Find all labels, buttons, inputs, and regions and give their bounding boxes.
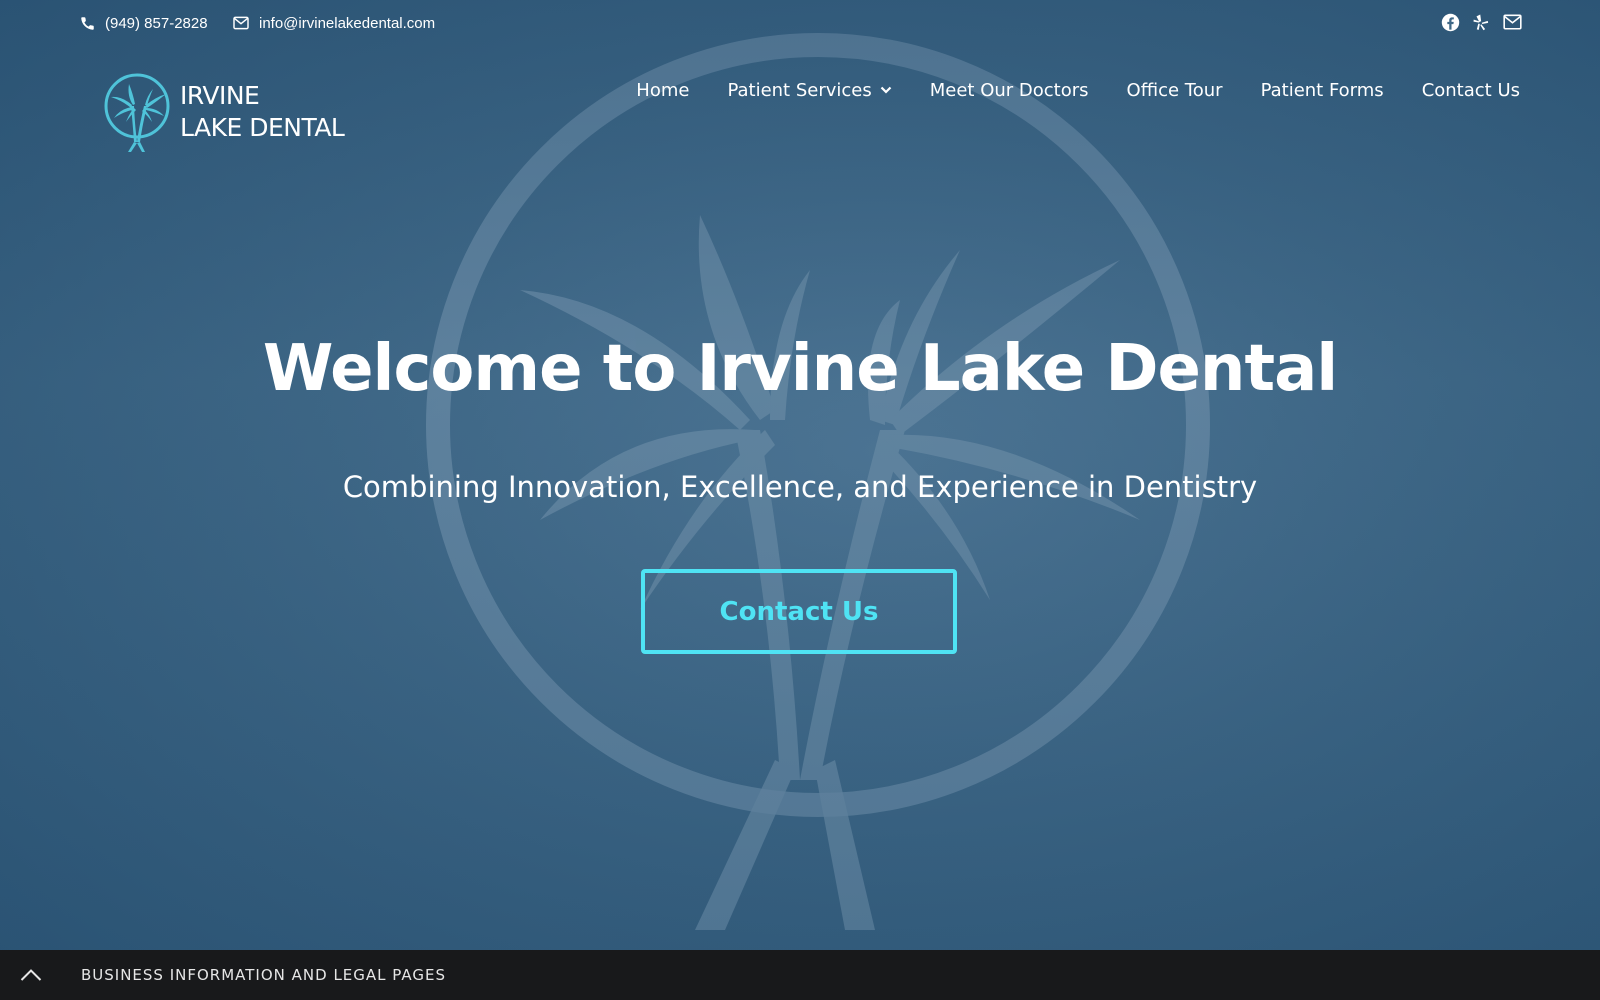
nav-item-meet-our-doctors[interactable]: Meet Our Doctors bbox=[930, 80, 1089, 101]
hero-subtitle: Combining Innovation, Excellence, and Ex… bbox=[342, 470, 1258, 504]
logo-line-2: LAKE DENTAL bbox=[180, 113, 345, 142]
nav-item-home[interactable]: Home bbox=[636, 80, 689, 101]
top-bar: (949) 857-2828 info@irvinelakedental.com bbox=[0, 0, 1600, 46]
nav-item-label: Patient Forms bbox=[1260, 80, 1384, 101]
chevron-down-icon bbox=[880, 86, 892, 94]
contact-us-button[interactable]: Contact Us bbox=[641, 569, 957, 654]
nav-item-label: Meet Our Doctors bbox=[929, 80, 1089, 101]
hero-title: Welcome to Irvine Lake Dental bbox=[262, 332, 1338, 406]
nav-item-label: Patient Services bbox=[727, 80, 872, 101]
nav-item-patient-forms[interactable]: Patient Forms bbox=[1261, 80, 1384, 101]
mail-icon[interactable] bbox=[1502, 12, 1522, 32]
main-nav: Home Patient Services Meet Our Doctors O… bbox=[598, 80, 1520, 101]
footer-bar: BUSINESS INFORMATION AND LEGAL PAGES bbox=[0, 950, 1600, 1000]
site-logo[interactable]: IRVINE LAKE DENTAL bbox=[104, 72, 345, 152]
phone-link[interactable]: (949) 857-2828 bbox=[80, 13, 208, 33]
business-info-link[interactable]: BUSINESS INFORMATION AND LEGAL PAGES bbox=[81, 966, 446, 984]
phone-icon bbox=[81, 16, 94, 30]
nav-item-label: Contact Us bbox=[1421, 80, 1520, 101]
email-link[interactable]: info@irvinelakedental.com bbox=[233, 13, 435, 33]
yelp-icon[interactable] bbox=[1471, 12, 1491, 32]
nav-item-office-tour[interactable]: Office Tour bbox=[1127, 80, 1223, 101]
email-address: info@irvinelakedental.com bbox=[259, 14, 436, 32]
chevron-up-icon bbox=[20, 969, 42, 981]
nav-item-label: Office Tour bbox=[1126, 80, 1223, 101]
social-links bbox=[1440, 12, 1522, 32]
envelope-icon bbox=[233, 16, 249, 30]
nav-item-patient-services[interactable]: Patient Services bbox=[727, 80, 892, 101]
palm-tree-logo-icon bbox=[104, 73, 170, 152]
phone-number: (949) 857-2828 bbox=[105, 14, 208, 32]
page: (949) 857-2828 info@irvinelakedental.com bbox=[0, 0, 1600, 1000]
logo-line-1: IRVINE bbox=[180, 81, 260, 110]
nav-item-label: Home bbox=[636, 80, 690, 101]
facebook-icon[interactable] bbox=[1440, 12, 1460, 32]
nav-item-contact-us[interactable]: Contact Us bbox=[1422, 80, 1520, 101]
logo-wordmark: IRVINE LAKE DENTAL bbox=[180, 80, 345, 144]
footer-toggle-button[interactable] bbox=[0, 950, 62, 1000]
